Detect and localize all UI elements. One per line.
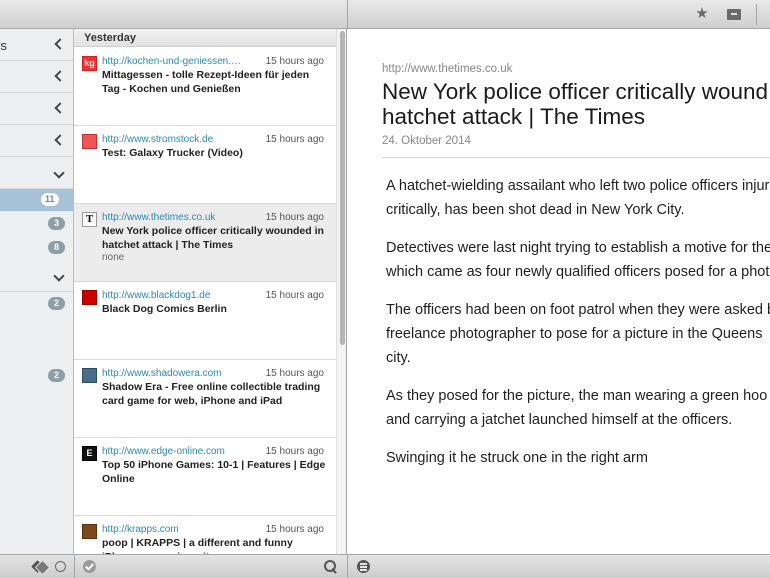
archive-icon[interactable] xyxy=(726,6,742,22)
item-title: Black Dog Comics Berlin xyxy=(102,303,227,315)
unread-badge: 11 xyxy=(41,193,59,206)
article-paragraph: A hatchet-wielding assailant who left tw… xyxy=(386,174,770,222)
list-scrollbar[interactable] xyxy=(336,29,346,554)
sidebar-item-5[interactable] xyxy=(0,157,73,189)
toolbar-divider xyxy=(347,0,348,29)
chevron-left-icon[interactable] xyxy=(53,69,65,83)
list-item[interactable]: http://krapps.com 15 hours ago poop | KR… xyxy=(74,516,336,554)
article-divider xyxy=(382,157,770,158)
article-title-line: New York police officer critically wound xyxy=(382,79,769,104)
section-header: Yesterday xyxy=(74,29,336,47)
toolbar-separator xyxy=(756,4,757,25)
item-url: http://www.stromstock.de xyxy=(102,134,214,145)
body-line: As they posed for the picture, the man w… xyxy=(386,388,768,404)
menu-icon[interactable] xyxy=(357,560,370,573)
chevron-down-icon[interactable] xyxy=(53,169,65,183)
body-line: A hatchet-wielding assailant who left tw… xyxy=(386,178,770,194)
article-paragraph: As they posed for the picture, the man w… xyxy=(386,384,770,432)
site-favicon-icon xyxy=(82,524,97,539)
item-time: 15 hours ago xyxy=(265,290,324,301)
article-title-line: hatchet attack | The Times xyxy=(382,104,646,129)
item-url: http://kochen-und-geniessen.lec... xyxy=(102,56,242,67)
item-url: http://www.thetimes.co.uk xyxy=(102,212,216,223)
article-source[interactable]: http://www.thetimes.co.uk xyxy=(382,63,512,75)
list-item-selected[interactable]: T http://www.thetimes.co.uk 15 hours ago… xyxy=(74,204,336,282)
chevron-left-icon[interactable] xyxy=(53,133,65,147)
site-favicon-icon xyxy=(82,290,97,305)
article-paragraph: The officers had been on foot patrol whe… xyxy=(386,298,770,370)
item-url: http://www.blackdog1.de xyxy=(102,290,211,301)
article-view: http://www.thetimes.co.uk New York polic… xyxy=(348,29,770,554)
list-item[interactable]: E http://www.edge-online.com 15 hours ag… xyxy=(74,438,336,516)
item-url: http://krapps.com xyxy=(102,524,179,535)
item-url: http://www.shadowera.com xyxy=(102,368,222,379)
body-line: city. xyxy=(386,350,411,366)
body-line: which came as four newly qualified offic… xyxy=(386,264,770,280)
sidebar-item-selected[interactable]: 11 xyxy=(0,189,73,211)
star-icon[interactable]: ★ xyxy=(694,6,710,22)
top-toolbar: ★ xyxy=(0,0,770,29)
site-favicon-icon xyxy=(82,134,97,149)
site-favicon-icon: E xyxy=(82,446,97,461)
item-time: 15 hours ago xyxy=(265,212,324,223)
body-line: and carrying a jatchet launched himself … xyxy=(386,412,733,428)
item-time: 15 hours ago xyxy=(265,56,324,67)
site-favicon-icon: kg xyxy=(82,56,97,71)
unread-badge: 3 xyxy=(48,217,65,230)
chevron-left-icon[interactable] xyxy=(53,101,65,115)
scrollbar-thumb[interactable] xyxy=(340,31,345,345)
tags-icon[interactable] xyxy=(32,560,45,573)
item-time: 15 hours ago xyxy=(265,368,324,379)
unread-filter-icon[interactable] xyxy=(55,561,66,572)
body-line: Detectives were last night trying to est… xyxy=(386,240,770,256)
bottom-divider xyxy=(74,555,75,578)
search-icon[interactable] xyxy=(324,560,337,573)
article-list: Yesterday kg http://kochen-und-geniessen… xyxy=(74,29,347,554)
sidebar-item-2[interactable] xyxy=(0,61,73,93)
item-title: poop | KRAPPS | a different and funny iP… xyxy=(102,537,293,554)
item-title: Top 50 iPhone Games: 10-1 | Features | E… xyxy=(102,459,326,485)
article-date: 24. Oktober 2014 xyxy=(382,135,471,147)
item-title: Shadow Era - Free online collectible tra… xyxy=(102,381,321,407)
mark-all-read-icon[interactable] xyxy=(83,560,96,573)
article-paragraph: Detectives were last night trying to est… xyxy=(386,236,770,284)
unread-badge: 8 xyxy=(48,241,65,254)
site-favicon-icon: T xyxy=(82,212,97,227)
list-item[interactable]: http://www.blackdog1.de 15 hours ago Bla… xyxy=(74,282,336,360)
sidebar: rs 11 3 8 2 2 xyxy=(0,29,74,554)
chevron-left-icon[interactable] xyxy=(53,37,65,51)
item-time: 15 hours ago xyxy=(265,134,324,145)
bottom-toolbar xyxy=(0,554,770,578)
list-item[interactable]: kg http://kochen-und-geniessen.lec... 15… xyxy=(74,48,336,126)
chevron-down-icon[interactable] xyxy=(53,272,65,286)
sidebar-item-4[interactable] xyxy=(0,125,73,157)
sidebar-divider xyxy=(0,291,73,292)
unread-badge: 2 xyxy=(48,297,65,310)
item-time: 15 hours ago xyxy=(265,524,324,535)
body-line: The officers had been on foot patrol whe… xyxy=(386,302,770,318)
item-time: 15 hours ago xyxy=(265,446,324,457)
body-line: freelance photographer to pose for a pic… xyxy=(386,326,763,342)
item-tags: none xyxy=(102,252,125,263)
list-item[interactable]: http://www.stromstock.de 15 hours ago Te… xyxy=(74,126,336,204)
site-favicon-icon xyxy=(82,368,97,383)
sidebar-item-3[interactable] xyxy=(0,93,73,125)
body-line: Swinging it he struck one in the right a… xyxy=(386,450,648,466)
item-title: Test: Galaxy Trucker (Video) xyxy=(102,147,243,159)
item-title: New York police officer critically wound… xyxy=(102,225,324,251)
article-paragraph: Swinging it he struck one in the right a… xyxy=(386,446,770,470)
item-url: http://www.edge-online.com xyxy=(102,446,225,457)
body-line: critically, has been shot dead in New Yo… xyxy=(386,202,685,218)
article-title: New York police officer critically wound… xyxy=(382,79,770,129)
sidebar-item-1[interactable]: rs xyxy=(0,29,73,61)
item-title: Mittagessen - tolle Rezept-Ideen für jed… xyxy=(102,69,310,95)
bottom-divider xyxy=(347,555,348,578)
list-item[interactable]: http://www.shadowera.com 15 hours ago Sh… xyxy=(74,360,336,438)
sidebar-item-label: rs xyxy=(0,38,7,53)
unread-badge: 2 xyxy=(48,369,65,382)
